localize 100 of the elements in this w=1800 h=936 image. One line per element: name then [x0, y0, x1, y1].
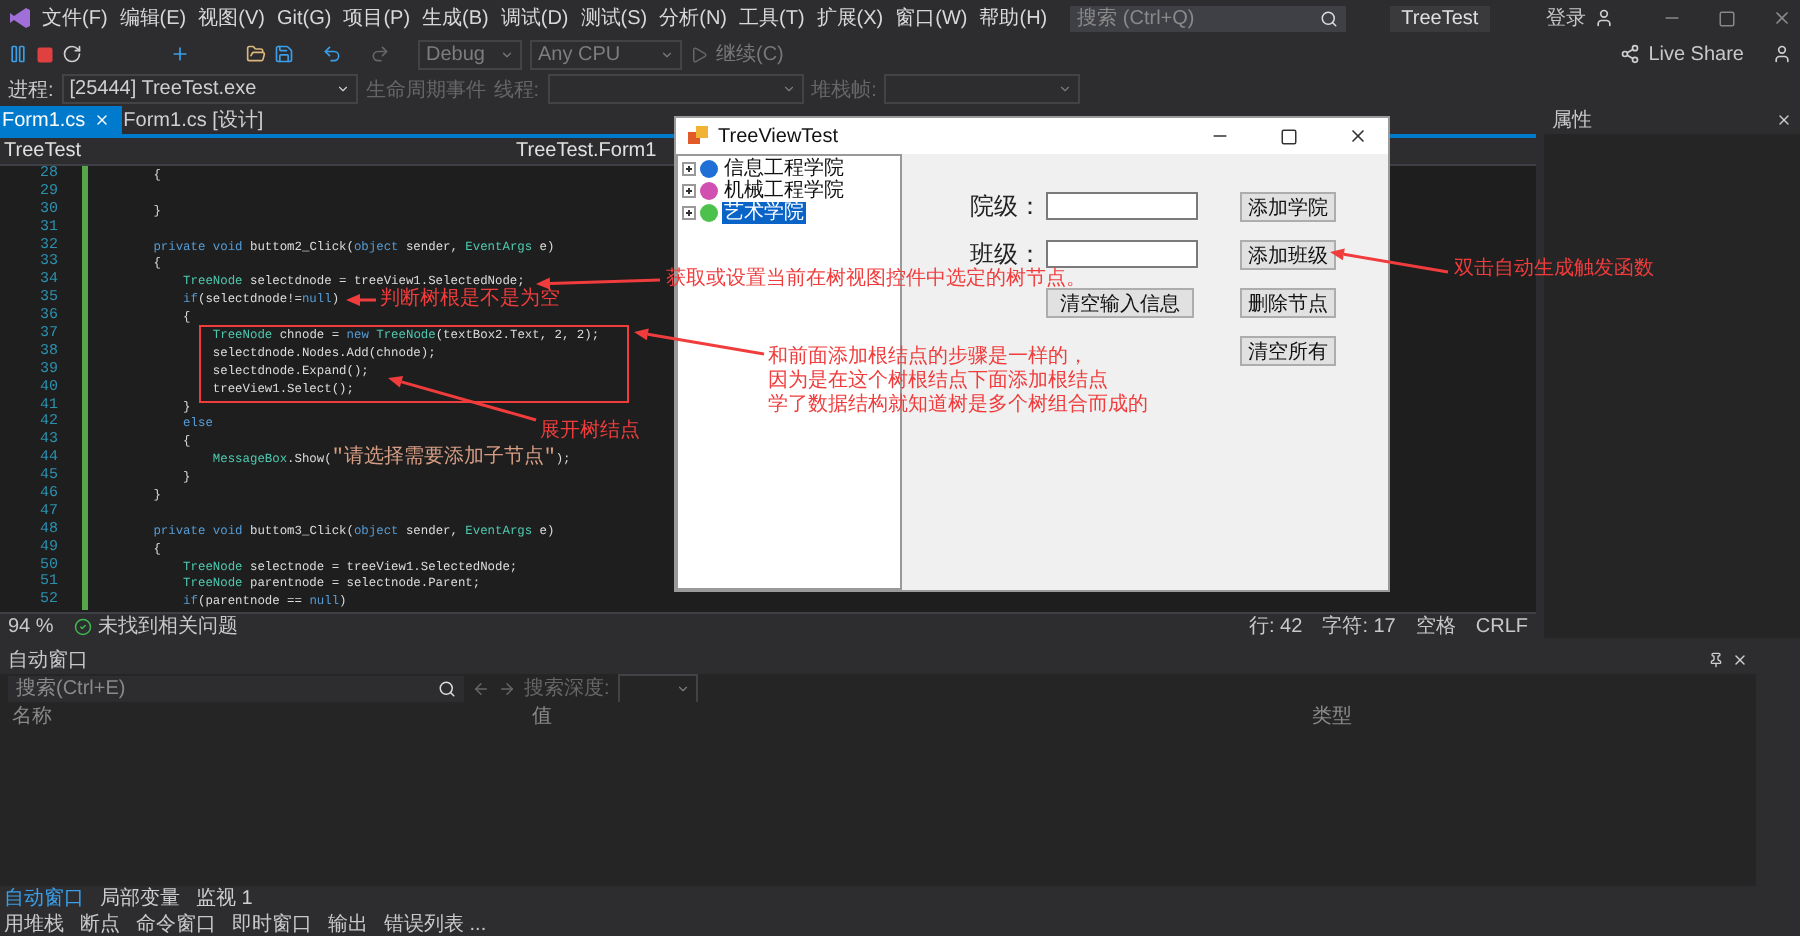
- search-icon: [1319, 9, 1338, 27]
- caret-icon: [335, 82, 350, 96]
- tree-node[interactable]: 机械工程学院: [722, 180, 846, 202]
- user-icon[interactable]: [1772, 44, 1792, 64]
- process-label: 进程:: [8, 77, 54, 103]
- tool-window-tab[interactable]: 断点: [80, 909, 120, 936]
- column-header: 值: [532, 704, 554, 730]
- menu-item[interactable]: 帮助(H): [977, 4, 1050, 32]
- document-tab[interactable]: Form1.cs [设计]: [121, 106, 276, 134]
- text-field[interactable]: [1046, 240, 1198, 268]
- menu-item[interactable]: 工具(T): [737, 4, 807, 32]
- pin-icon[interactable]: [1708, 652, 1724, 668]
- close-icon[interactable]: [1732, 652, 1748, 668]
- stack-frame-label: 堆栈帧:: [811, 77, 877, 103]
- play-icon[interactable]: [690, 45, 708, 63]
- clear-button[interactable]: 清空输入信息: [1046, 287, 1194, 317]
- menu-item[interactable]: 测试(S): [578, 4, 650, 32]
- caret-icon: [1058, 82, 1073, 96]
- back-icon[interactable]: [472, 679, 490, 697]
- window-icon: [688, 126, 708, 146]
- check-icon: [73, 617, 92, 635]
- close-icon[interactable]: [1348, 126, 1368, 146]
- tree-node[interactable]: 艺术学院: [722, 202, 806, 224]
- caret-icon: [660, 47, 674, 61]
- pause-icon[interactable]: [8, 44, 28, 64]
- expand-icon[interactable]: [682, 206, 696, 220]
- menu-item[interactable]: 视图(V): [196, 4, 267, 32]
- column-header: 类型: [1312, 703, 1354, 730]
- close-icon[interactable]: [1776, 112, 1792, 128]
- menu-item[interactable]: 扩展(X): [814, 4, 886, 32]
- field-label: 院级：: [970, 189, 1044, 223]
- folder-icon[interactable]: [246, 44, 266, 64]
- restart-icon[interactable]: [62, 44, 82, 64]
- char-status: 字符: 17: [1322, 613, 1396, 640]
- panel-tab[interactable]: 局部变量: [100, 884, 180, 912]
- panel-tab[interactable]: 监视 1: [196, 884, 253, 912]
- undo-icon[interactable]: [322, 44, 342, 64]
- tree-node[interactable]: 信息工程学院: [722, 158, 846, 180]
- arrow: [634, 328, 765, 356]
- share-icon[interactable]: [1620, 44, 1641, 64]
- menu-item[interactable]: 项目(P): [341, 4, 413, 32]
- tool-window-tab[interactable]: 用堆栈: [4, 909, 64, 936]
- column-header: 名称: [12, 704, 54, 730]
- document-tab[interactable]: Form1.cs: [0, 106, 122, 134]
- caret-icon: [675, 681, 690, 695]
- window-title: TreeViewTest: [718, 125, 839, 147]
- indent-status: 空格: [1415, 613, 1456, 640]
- line-status: 行: 42: [1249, 614, 1303, 640]
- menu-item[interactable]: 分析(N): [657, 4, 729, 32]
- process-dropdown[interactable]: [25444] TreeTest.exe: [61, 74, 358, 104]
- arrow: [346, 294, 376, 306]
- node-icon: [700, 160, 718, 178]
- menu-item[interactable]: 文件(F): [40, 4, 110, 32]
- node-icon: [700, 182, 718, 200]
- tool-window-tab[interactable]: 错误列表 ...: [384, 909, 487, 936]
- menu-item[interactable]: 窗口(W): [893, 4, 970, 32]
- field-label: 班级：: [970, 237, 1044, 267]
- issues-status: 未找到相关问题: [97, 613, 238, 640]
- add-button[interactable]: 添加班级: [1240, 239, 1336, 269]
- menu-item[interactable]: 生成(B): [420, 4, 491, 32]
- arrow: [1330, 248, 1449, 274]
- menu-item[interactable]: 调试(D): [498, 4, 571, 32]
- tool-window-tab[interactable]: 输出: [328, 909, 368, 936]
- delete-button[interactable]: 删除节点: [1240, 287, 1336, 317]
- panel-title: 自动窗口: [8, 647, 88, 674]
- expand-icon[interactable]: [682, 184, 696, 198]
- add-icon[interactable]: [170, 44, 190, 64]
- menu-item[interactable]: Git(G): [274, 7, 334, 29]
- add-button[interactable]: 添加学院: [1240, 191, 1336, 221]
- save-icon[interactable]: [274, 44, 294, 64]
- panel-tab[interactable]: 自动窗口: [4, 884, 84, 912]
- search-field[interactable]: 搜索(Ctrl+E): [8, 675, 464, 701]
- caret-icon: [781, 82, 796, 96]
- project-dropdown[interactable]: TreeTest: [4, 140, 516, 162]
- redo-icon[interactable]: [370, 44, 390, 64]
- clear-all-button[interactable]: 清空所有: [1240, 335, 1336, 365]
- maximize-icon[interactable]: [1280, 127, 1298, 145]
- annotation-text: 获取或设置当前在树视图控件中选定的树节点。: [666, 270, 1086, 290]
- search-icon: [438, 679, 456, 697]
- stop-icon[interactable]: [36, 45, 54, 63]
- panel-title: 属性: [1552, 107, 1592, 134]
- tool-window-tab[interactable]: 即时窗口: [232, 909, 312, 936]
- solution-title: TreeTest: [1389, 5, 1491, 31]
- expand-icon[interactable]: [682, 162, 696, 176]
- caret-icon: [500, 47, 514, 61]
- search-depth-label: 搜索深度:: [524, 675, 610, 702]
- sign-in-link[interactable]: 登录: [1546, 4, 1586, 32]
- tool-window-tab[interactable]: 命令窗口: [136, 909, 216, 936]
- app-logo-icon: [8, 6, 32, 30]
- zoom-level[interactable]: 94 %: [8, 615, 54, 637]
- annotation-text: 展开树结点: [540, 422, 640, 442]
- text-field[interactable]: [1046, 192, 1198, 220]
- node-icon: [700, 204, 718, 222]
- menu-item[interactable]: 编辑(E): [117, 4, 189, 32]
- user-icon[interactable]: [1594, 8, 1614, 28]
- annotation-text: 和前面添加根结点的步骤是一样的， 因为是在这个树根结点下面添加根结点 学了数据结构就知道树是多个树组合而成的: [768, 348, 1148, 420]
- class-dropdown[interactable]: TreeTest.Form1: [516, 140, 657, 162]
- forward-icon[interactable]: [498, 679, 516, 697]
- thread-label: 线程:: [493, 77, 540, 103]
- live-share-button[interactable]: Live Share: [1648, 43, 1744, 65]
